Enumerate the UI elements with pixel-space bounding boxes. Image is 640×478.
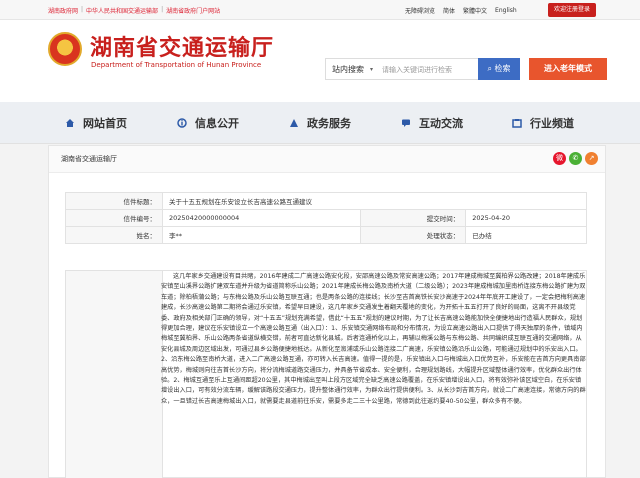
traditional-chinese-link[interactable]: 繁體中文 xyxy=(463,6,487,15)
share-icon[interactable]: ↗ xyxy=(585,152,598,165)
breadcrumb: 湖南省交通运输厅 微 ✆ ↗ xyxy=(49,146,605,173)
status-value: 已办结 xyxy=(465,226,587,244)
info-icon xyxy=(177,118,187,128)
title-value: 关于十五五规划在乐安设立长吉高速公路互通建议 xyxy=(162,192,587,210)
title-label: 信件标题： xyxy=(65,192,163,210)
letter-content: 这几年家乡交通建设有目共睹，2016年建成二广高速公路安化段，安邵高速公路及常安… xyxy=(161,273,586,405)
main-nav: 网站首页 信息公开 政务服务 互动交流 行业频道 xyxy=(0,102,640,144)
search-button-label: 检索 xyxy=(494,64,511,73)
site-title-english: Department of Transportation of Hunan Pr… xyxy=(91,61,262,69)
top-link-hunan-gov[interactable]: 湖南政府网 xyxy=(48,6,78,15)
top-link-ministry[interactable]: 中华人民共和国交通运输部 xyxy=(86,6,158,15)
nav-item-interaction[interactable]: 互动交流 xyxy=(401,115,463,131)
letter-detail-panel: 湖南省交通运输厅 微 ✆ ↗ 信件标题： 关于十五五规划在乐安设立长吉高速公路互… xyxy=(48,145,606,478)
code-value: 20250420000000004 xyxy=(161,209,362,227)
search-button[interactable]: ⌕ 检索 xyxy=(478,58,520,80)
search-scope-select[interactable]: 站内搜索 xyxy=(332,64,364,75)
content-label-cell xyxy=(66,271,163,478)
date-label: 提交时间： xyxy=(360,209,467,227)
nav-label: 行业频道 xyxy=(530,117,574,130)
status-label: 处理状态： xyxy=(360,226,467,244)
nav-label: 互动交流 xyxy=(419,117,463,130)
wechat-icon[interactable]: ✆ xyxy=(569,152,582,165)
english-link[interactable]: English xyxy=(495,7,517,14)
nav-item-industry[interactable]: 行业频道 xyxy=(512,115,574,131)
nav-item-service[interactable]: 政务服务 xyxy=(289,115,351,131)
name-label: 姓名： xyxy=(65,226,163,244)
service-icon xyxy=(290,119,298,127)
national-emblem-logo xyxy=(48,32,82,66)
top-link-separator: | xyxy=(161,6,164,13)
top-right-links: 无障碍浏览 简体 繁體中文 English xyxy=(405,6,517,15)
home-icon xyxy=(66,119,74,127)
chevron-down-icon: ▾ xyxy=(370,66,374,73)
code-label: 信件编号： xyxy=(65,209,163,227)
register-login-button[interactable]: 欢迎注册登录 xyxy=(548,3,596,17)
top-links: 湖南政府网 | 中华人民共和国交通运输部 | 湖南省政府门户网站 xyxy=(48,6,220,15)
nav-item-home[interactable]: 网站首页 xyxy=(65,115,127,131)
search-icon: ⌕ xyxy=(487,64,492,73)
nav-label: 政务服务 xyxy=(307,117,351,130)
accessibility-link[interactable]: 无障碍浏览 xyxy=(405,6,435,15)
name-value: 李** xyxy=(161,226,362,244)
top-link-separator: | xyxy=(81,6,84,13)
site-title[interactable]: 湖南省交通运输厅 xyxy=(90,30,274,62)
weibo-icon[interactable]: 微 xyxy=(553,152,566,165)
simplified-chinese-link[interactable]: 简体 xyxy=(443,6,455,15)
search-input[interactable]: 请输入关键词进行检索 xyxy=(382,65,452,75)
letter-info-table: 信件标题： 关于十五五规划在乐安设立长吉高速公路互通建议 信件编号： 20250… xyxy=(65,192,587,244)
top-utility-bar: 湖南政府网 | 中华人民共和国交通运输部 | 湖南省政府门户网站 无障碍浏览 简… xyxy=(0,0,640,20)
chat-icon xyxy=(402,119,410,127)
date-value: 2025-04-20 xyxy=(465,209,587,227)
elder-mode-button[interactable]: 进入老年模式 xyxy=(529,58,607,80)
nav-label: 信息公开 xyxy=(195,117,239,130)
industry-icon xyxy=(512,119,522,128)
top-link-portal[interactable]: 湖南省政府门户网站 xyxy=(166,6,220,15)
nav-label: 网站首页 xyxy=(83,117,127,130)
nav-item-info[interactable]: 信息公开 xyxy=(177,115,239,131)
breadcrumb-link[interactable]: 湖南省交通运输厅 xyxy=(61,154,117,164)
